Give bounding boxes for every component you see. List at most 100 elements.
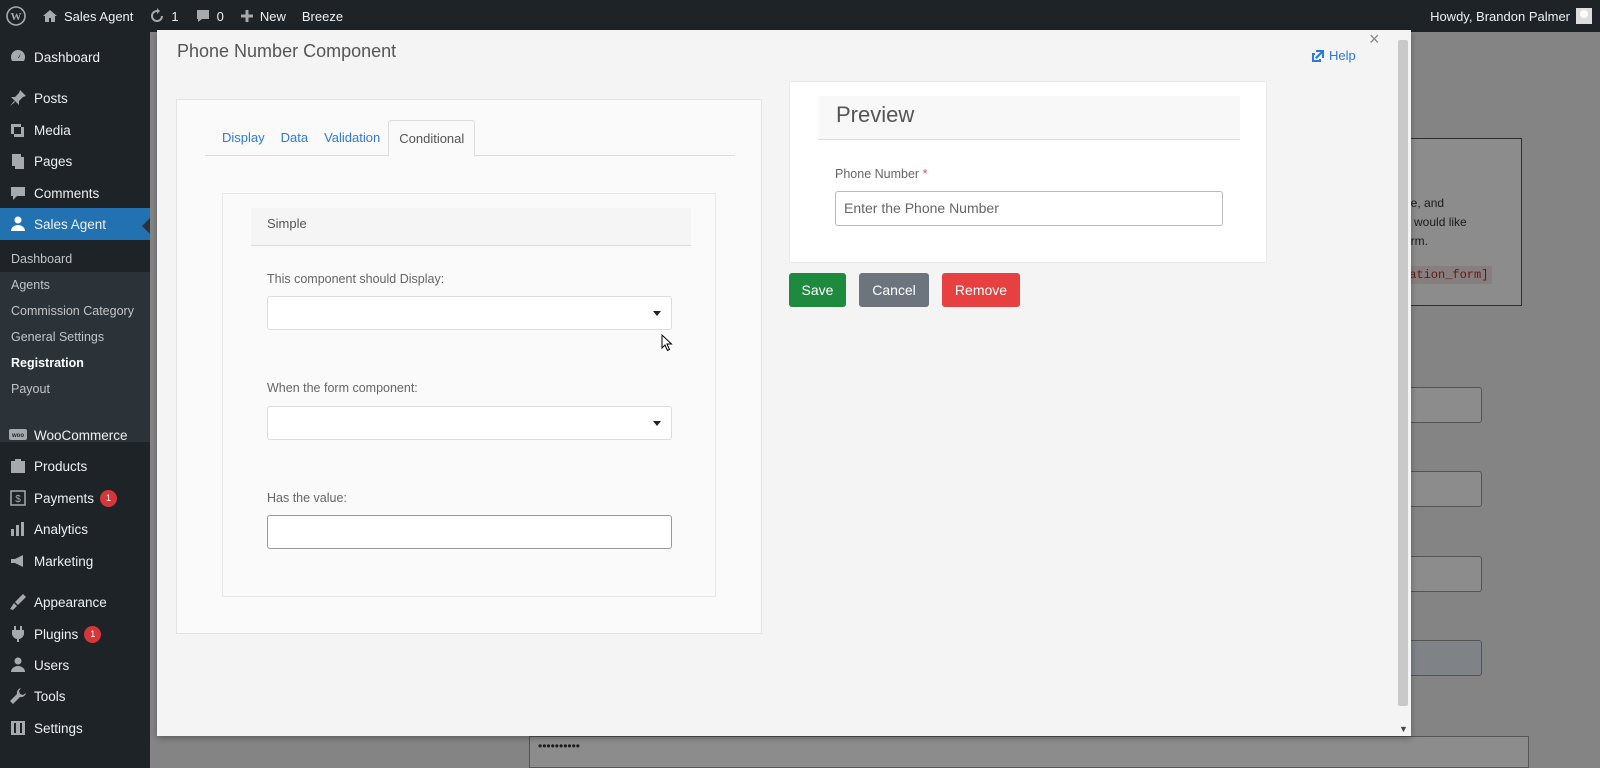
sidebar-item-label: Posts	[34, 90, 68, 106]
tab-display[interactable]: Display	[214, 120, 273, 156]
home-icon	[43, 10, 57, 22]
svg-text:$: $	[15, 494, 21, 505]
help-link[interactable]: Help	[1311, 48, 1356, 63]
sidebar-item-label: Analytics	[34, 521, 89, 537]
sidebar-item-label: Media	[34, 122, 71, 138]
woo-icon: woo	[8, 425, 28, 445]
sidebar-item-users[interactable]: Users	[0, 649, 150, 681]
sidebar-item-marketing[interactable]: Marketing	[0, 545, 150, 577]
sidebar-item-appearance[interactable]: Appearance	[0, 586, 150, 618]
sidebar-item-plugins[interactable]: Plugins 1	[0, 618, 150, 650]
sidebar-item-products[interactable]: Products	[0, 450, 150, 482]
products-icon	[8, 456, 28, 476]
submenu-agents[interactable]: Agents	[11, 278, 50, 292]
tab-conditional[interactable]: Conditional	[388, 120, 476, 157]
admin-sidebar: Dashboard Posts Media Pages Comments Sal…	[0, 32, 150, 768]
brush-icon	[8, 592, 28, 612]
modal-scrollbar[interactable]: ▼	[1395, 36, 1411, 736]
users-icon	[8, 655, 28, 675]
help-label: Help	[1329, 48, 1356, 63]
wordpress-logo[interactable]: W	[0, 0, 34, 32]
when-component-select[interactable]	[267, 406, 672, 440]
submenu-commission-category[interactable]: Commission Category	[11, 304, 134, 318]
sidebar-item-payments[interactable]: $ Payments 1	[0, 482, 150, 514]
refresh-icon	[151, 8, 164, 22]
wordpress-icon: W	[6, 6, 26, 26]
my-account-link[interactable]: Howdy, Brandon Palmer	[1422, 0, 1600, 32]
comments-count: 0	[216, 8, 224, 24]
sidebar-item-posts[interactable]: Posts	[0, 82, 150, 114]
howdy-text: Howdy, Brandon Palmer	[1430, 8, 1570, 24]
sidebar-item-tools[interactable]: Tools	[0, 680, 150, 712]
display-condition-select[interactable]	[267, 296, 672, 330]
breeze-link[interactable]: Breeze	[294, 0, 351, 32]
sidebar-item-comments[interactable]: Comments	[0, 177, 150, 209]
scrollbar-thumb[interactable]	[1398, 40, 1408, 706]
comment-icon	[8, 183, 28, 203]
when-component-label: When the form component:	[267, 381, 418, 395]
close-icon[interactable]: ×	[1369, 30, 1380, 50]
conditional-panel: Simple This component should Display: Wh…	[222, 193, 716, 597]
sidebar-item-label: Settings	[34, 720, 83, 736]
save-button[interactable]: Save	[789, 273, 846, 307]
comments-link[interactable]: 0	[187, 0, 232, 32]
display-condition-label: This component should Display:	[267, 272, 445, 286]
submenu-registration[interactable]: Registration	[11, 356, 84, 370]
sidebar-item-label: Marketing	[34, 553, 94, 569]
phone-number-label-text: Phone Number	[835, 167, 920, 181]
sidebar-item-label: WooCommerce	[34, 427, 128, 443]
dashboard-icon	[8, 47, 28, 67]
settings-tabs: Display Data Validation Conditional	[205, 120, 735, 157]
payments-badge: 1	[100, 489, 118, 507]
svg-text:W: W	[11, 11, 22, 23]
sidebar-item-dashboard[interactable]: Dashboard	[0, 41, 150, 73]
sidebar-item-label: Pages	[34, 153, 73, 169]
sidebar-item-label: Comments	[34, 185, 100, 201]
sidebar-item-pages[interactable]: Pages	[0, 145, 150, 177]
payments-icon: $	[8, 488, 28, 508]
submenu-general-settings[interactable]: General Settings	[11, 330, 104, 344]
sidebar-item-label: Users	[34, 657, 70, 673]
updates-count: 1	[171, 8, 179, 24]
sidebar-item-analytics[interactable]: Analytics	[0, 513, 150, 545]
sidebar-item-label: Tools	[34, 688, 66, 704]
svg-text:woo: woo	[11, 433, 24, 439]
component-settings-panel: Display Data Validation Conditional Simp…	[176, 99, 762, 634]
avatar	[1576, 8, 1592, 24]
comment-icon	[196, 10, 209, 22]
new-label: New	[259, 8, 286, 24]
analytics-icon	[8, 519, 28, 539]
plugins-badge: 1	[84, 625, 102, 643]
chevron-down-icon	[653, 311, 661, 316]
required-mark: *	[922, 167, 928, 181]
submenu-dashboard[interactable]: Dashboard	[11, 252, 72, 266]
plus-icon	[240, 10, 253, 22]
modal-title: Phone Number Component	[177, 41, 397, 61]
phone-number-input[interactable]: Enter the Phone Number	[835, 191, 1223, 226]
sidebar-item-label: Payments	[34, 490, 95, 506]
sidebar-item-woocommerce[interactable]: woo WooCommerce	[0, 419, 150, 451]
sidebar-item-media[interactable]: Media	[0, 114, 150, 146]
submenu-payout[interactable]: Payout	[11, 382, 50, 396]
user-icon	[8, 214, 28, 234]
has-value-input[interactable]	[267, 515, 672, 549]
plugin-icon	[8, 624, 28, 644]
updates-link[interactable]: 1	[141, 0, 186, 32]
cancel-button[interactable]: Cancel	[859, 273, 929, 307]
preview-panel: Preview Phone Number * Enter the Phone N…	[789, 81, 1267, 263]
site-name-link[interactable]: Sales Agent	[34, 0, 141, 32]
sidebar-item-label: Plugins	[34, 626, 79, 642]
sidebar-item-label: Appearance	[34, 594, 107, 610]
sidebar-item-label: Dashboard	[34, 49, 101, 65]
admin-bar: W Sales Agent 1 0 New Breeze Howdy, Bran…	[0, 0, 1600, 32]
sidebar-item-sales-agent[interactable]: Sales Agent	[0, 208, 150, 240]
scroll-down-icon[interactable]: ▼	[1399, 724, 1408, 734]
wrench-icon	[8, 686, 28, 706]
remove-button[interactable]: Remove	[942, 273, 1020, 307]
tab-data[interactable]: Data	[273, 120, 316, 156]
new-content-link[interactable]: New	[232, 0, 294, 32]
external-link-icon	[1312, 49, 1324, 62]
tab-validation[interactable]: Validation	[316, 120, 388, 156]
sidebar-item-settings[interactable]: Settings	[0, 712, 150, 744]
chevron-down-icon	[653, 421, 661, 426]
